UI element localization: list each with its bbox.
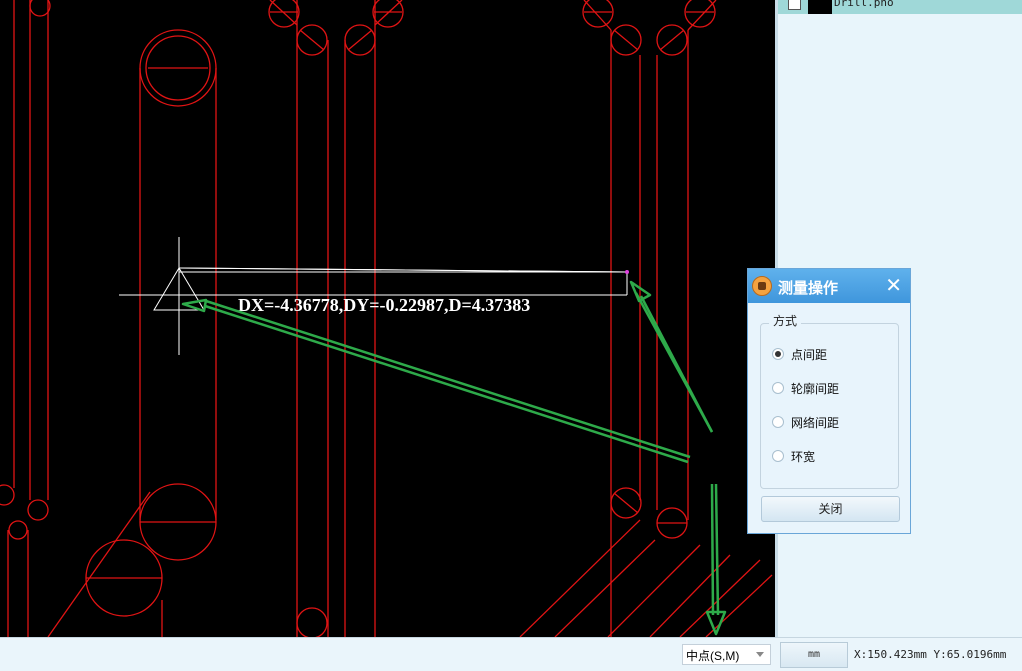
radio-label: 轮廓间距 <box>791 382 840 396</box>
close-icon[interactable]: ✕ <box>885 274 902 296</box>
layer-color-swatch[interactable] <box>808 0 832 14</box>
radio-label: 网络间距 <box>791 416 840 430</box>
pcb-traces <box>0 0 773 637</box>
radio-button[interactable] <box>772 416 784 428</box>
layer-name: Drill.pho <box>834 0 894 9</box>
mode-group-label: 方式 <box>769 312 802 329</box>
status-bar: 中点(S,M) mm X:150.423mm Y:65.0196mm <box>0 637 1022 671</box>
layer-visibility-checkbox[interactable] <box>788 0 801 10</box>
snap-mode-select[interactable]: 中点(S,M) <box>682 644 771 665</box>
cursor-coordinates: X:150.423mm Y:65.0196mm <box>854 648 1007 661</box>
pcb-drawing: DX=-4.36778,DY=-0.22987,D=4.37383 <box>0 0 773 637</box>
radio-button[interactable] <box>772 450 784 462</box>
dialog-titlebar[interactable]: 测量操作 ✕ <box>748 269 910 303</box>
layer-row[interactable]: Drill.pho <box>778 0 1022 14</box>
measure-dialog: 测量操作 ✕ 方式 点间距 轮廓间距 网络间距 环宽 关闭 <box>747 268 911 534</box>
dialog-title: 测量操作 <box>778 280 839 297</box>
snap-mode-value: 中点(S,M) <box>686 649 740 663</box>
radio-label: 环宽 <box>791 450 816 464</box>
app-logo-icon <box>752 276 772 296</box>
close-button[interactable]: 关闭 <box>761 496 900 522</box>
annotation-arrows <box>181 280 727 636</box>
measure-endpoint <box>625 270 629 274</box>
pcb-canvas[interactable]: DX=-4.36778,DY=-0.22987,D=4.37383 <box>0 0 775 637</box>
radio-button[interactable] <box>772 382 784 394</box>
unit-button[interactable]: mm <box>780 642 848 668</box>
radio-label: 点间距 <box>791 348 828 362</box>
measurement-readout: DX=-4.36778,DY=-0.22987,D=4.37383 <box>238 295 530 315</box>
chevron-down-icon[interactable] <box>756 652 764 657</box>
radio-button[interactable] <box>772 348 784 360</box>
